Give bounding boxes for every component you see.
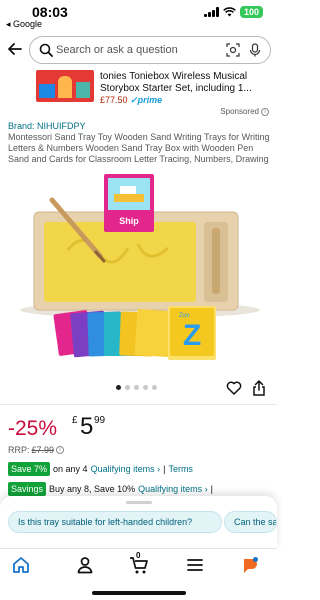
bottom-nav: 0 [0,548,277,600]
status-time: 08:03 [32,4,68,20]
search-input[interactable]: Search or ask a question [29,36,271,64]
search-placeholder: Search or ask a question [56,44,178,56]
rrp-line: RRP: £7.99 i [8,445,65,455]
sponsored-ad[interactable]: tonies Toniebox Wireless Musical Storybo… [0,70,277,106]
back-to-app-link[interactable]: ◂ Google [6,19,42,30]
status-bar: 08:03 ◂ Google 100 [0,0,277,30]
rrp-label: RRP: [8,445,30,455]
product-image[interactable]: Ship Z Zoo [8,170,269,380]
price-currency: £ [72,415,78,426]
product-title: Montessori Sand Tray Toy Wooden Sand Wri… [8,132,270,164]
terms-link[interactable]: Terms [168,464,193,474]
account-icon[interactable] [75,555,95,575]
microphone-icon[interactable] [249,43,261,57]
menu-icon[interactable] [185,555,205,575]
separator: | [163,464,166,474]
discount-percent: -25% [8,417,58,440]
signal-icon [203,7,219,17]
home-indicator [92,591,186,595]
status-icons: 100 [203,6,263,18]
savings-badge: Savings [8,482,47,496]
camera-lens-icon[interactable] [226,43,240,57]
carousel-dot[interactable] [134,385,139,390]
card-word: Ship [119,216,139,226]
battery-indicator: 100 [239,6,263,18]
share-icon[interactable] [252,380,266,396]
rufus-assistant-icon[interactable] [240,555,260,575]
save-text: on any 4 [53,464,88,474]
ad-title[interactable]: tonies Toniebox Wireless Musical Storybo… [100,71,272,95]
question-chip[interactable]: Can the sand [224,511,277,533]
card-word-2: Zoo [179,313,190,319]
savings-offer-line: Savings Buy any 8, Save 10% Qualifying i… [8,482,213,496]
savings-text: Buy any 8, Save 10% [49,484,136,494]
save-offer-line: Save 7% on any 4 Qualifying items › | Te… [8,462,193,476]
qualifying-items-link[interactable]: Qualifying items › [91,464,161,474]
ad-price: £77.50 [100,95,128,105]
prime-badge: ✓prime [130,95,163,105]
brand-link[interactable]: Brand: NIHUIFDPY [8,121,86,131]
heart-icon[interactable] [226,380,242,396]
sheet-handle[interactable] [126,501,152,504]
question-chip[interactable]: Is this tray suitable for left-handed ch… [8,511,222,533]
info-icon[interactable]: i [56,446,65,454]
wifi-icon [223,7,236,17]
separator: | [210,484,213,494]
back-arrow-icon[interactable] [6,40,24,58]
card-letter: Z [183,319,201,352]
price-whole: 5 [80,413,94,440]
cart-button[interactable]: 0 [129,551,149,575]
rrp-value: £7.99 [31,445,55,455]
qualifying-items-link-2[interactable]: Qualifying items › [138,484,208,494]
ad-price-line: £77.50 ✓prime [100,95,162,106]
carousel-dot[interactable] [125,385,130,390]
image-carousel-dots[interactable] [116,385,157,390]
home-icon[interactable] [11,555,31,575]
ad-thumbnail [36,70,94,102]
carousel-dot[interactable] [152,385,157,390]
search-header: Search or ask a question [0,34,277,66]
info-icon: i [261,107,269,116]
price-fraction: 99 [94,415,106,426]
search-icon [39,43,53,57]
divider [0,404,277,405]
carousel-dot[interactable] [116,385,121,390]
sponsored-label[interactable]: Sponsored i [220,107,269,116]
cart-count: 0 [136,551,141,560]
question-suggestions-sheet: Is this tray suitable for left-handed ch… [0,496,277,548]
save-badge: Save 7% [8,462,51,476]
carousel-dot[interactable] [143,385,148,390]
